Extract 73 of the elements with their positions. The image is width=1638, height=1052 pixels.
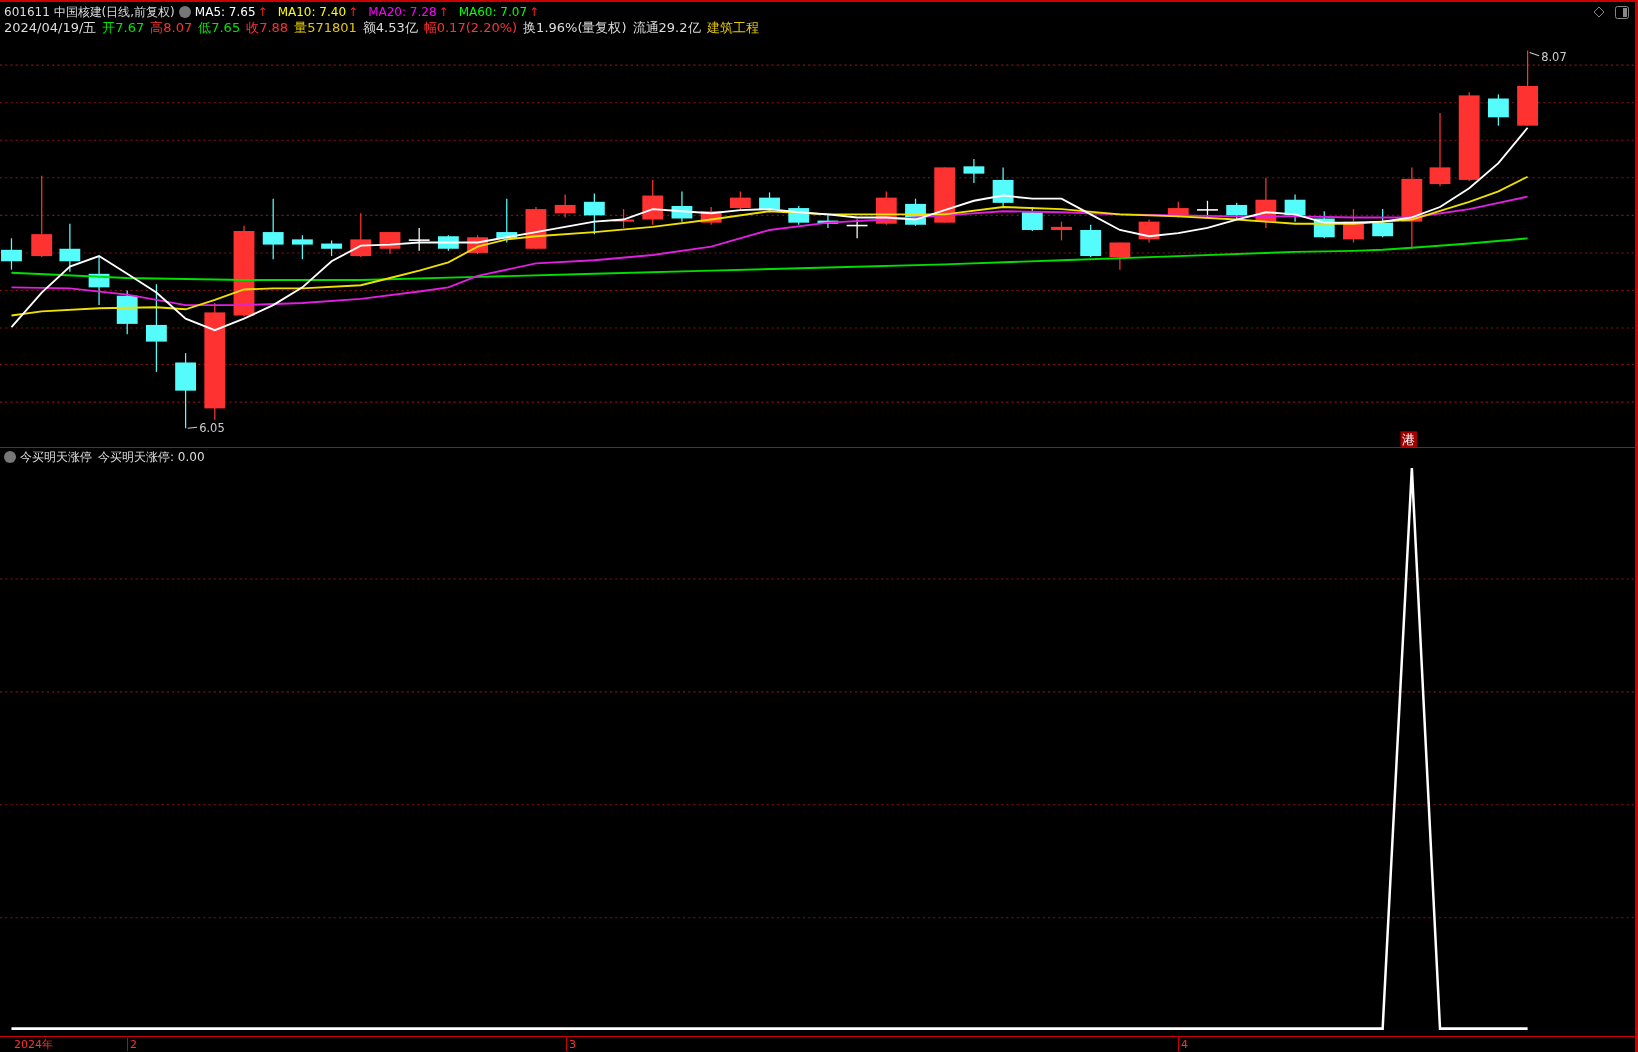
candle <box>1488 93 1509 127</box>
candle <box>1021 206 1043 232</box>
candle <box>1138 218 1160 244</box>
axis-label: 2 <box>127 1038 137 1051</box>
candle <box>408 227 430 252</box>
candle <box>262 198 284 260</box>
trend-arrow: ↑ <box>529 5 540 19</box>
quote-field: 低7.65 <box>198 20 241 35</box>
candle <box>817 213 839 229</box>
candle <box>291 234 313 260</box>
ma-value: MA10: 7.40 <box>277 5 347 19</box>
ma-value: MA5: 7.65 <box>194 5 256 19</box>
trend-arrow: ↑ <box>257 5 268 19</box>
quote-field: 2024/04/19/五 <box>4 20 97 35</box>
ma-value: MA20: 7.28 <box>368 5 437 19</box>
candle <box>1372 208 1394 238</box>
candle <box>1226 202 1248 221</box>
candle <box>350 212 372 258</box>
high-price-label: 8.07 <box>1541 49 1567 64</box>
diamond-icon[interactable] <box>1593 6 1605 18</box>
candle <box>554 193 576 219</box>
candle <box>1284 193 1306 223</box>
indicator-name: 今买明天涨停 <box>20 450 92 464</box>
candle <box>613 208 634 229</box>
quote-field: 幅0.17(2.20%) <box>423 20 518 35</box>
trend-arrow: ↑ <box>438 5 449 19</box>
candle <box>642 179 664 226</box>
candle <box>1343 208 1364 244</box>
candle <box>1 237 22 271</box>
candle <box>437 234 459 252</box>
candle <box>788 205 810 226</box>
quote-field: 换1.96%(量复权) <box>523 20 627 35</box>
candle <box>729 190 751 211</box>
candle <box>1313 210 1335 239</box>
candle <box>583 192 605 235</box>
indicator-value: 今买明天涨停: 0.00 <box>98 450 205 464</box>
candle <box>700 206 722 226</box>
candle <box>1080 224 1102 258</box>
panel-toggle-icon[interactable] <box>1615 6 1629 19</box>
candle <box>525 206 547 250</box>
candle <box>88 255 110 306</box>
candle <box>1051 221 1072 242</box>
low-price-label: 6.05 <box>199 421 225 436</box>
candle <box>116 289 138 335</box>
axis-label: 3 <box>566 1038 576 1051</box>
dropdown-icon[interactable] <box>4 451 16 463</box>
quote-field: 建筑工程 <box>706 20 759 35</box>
leader-line <box>187 426 198 429</box>
axis-label: 2024年 <box>13 1038 53 1051</box>
candle <box>1109 241 1131 271</box>
quote-field: 量571801 <box>294 20 357 35</box>
candle <box>992 166 1014 208</box>
axis-label: 4 <box>1178 1038 1188 1051</box>
candle <box>321 239 342 257</box>
market-badge: 港 <box>1400 431 1418 447</box>
candle <box>379 231 401 255</box>
candle <box>875 190 897 226</box>
quote-field: 开7.67 <box>102 20 145 35</box>
quote-field: 高8.07 <box>150 20 193 35</box>
candle <box>905 198 926 227</box>
quote-field: 收7.88 <box>246 20 289 35</box>
candle <box>59 223 81 273</box>
ma-value: MA60: 7.07 <box>458 5 528 19</box>
leader-line <box>1529 52 1540 57</box>
candle <box>496 198 518 244</box>
quote-field: 流通29.2亿 <box>632 20 701 35</box>
candle <box>1255 177 1277 229</box>
stock-title: 601611 中国核建(日线,前复权) <box>4 5 175 19</box>
quote-field: 额4.53亿 <box>362 20 418 35</box>
trend-arrow: ↑ <box>348 5 359 19</box>
candle <box>671 190 693 223</box>
candle <box>963 158 985 184</box>
dropdown-icon[interactable] <box>178 6 191 18</box>
